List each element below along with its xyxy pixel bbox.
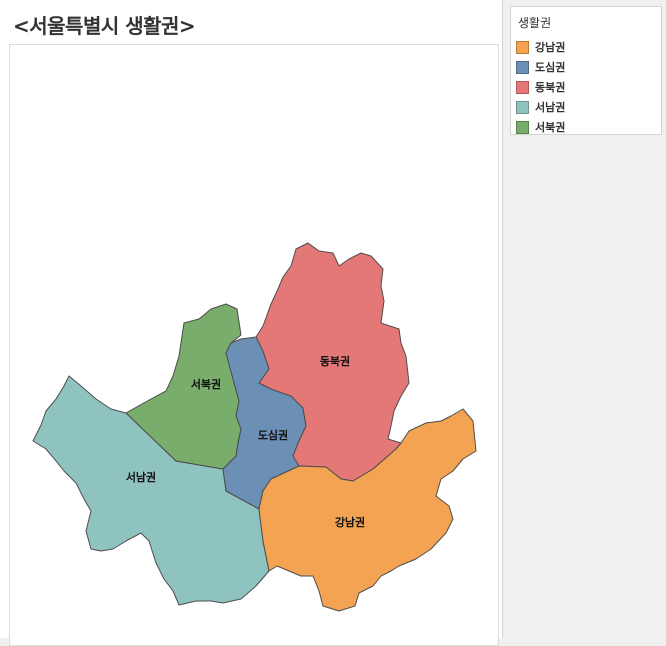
legend-title: 생활권 xyxy=(518,16,552,30)
legend-swatch xyxy=(516,80,529,94)
region-label-seonam: 서남권 xyxy=(126,470,156,484)
legend-item-seobuk[interactable]: 서북권 xyxy=(516,117,565,137)
legend-label: 도심권 xyxy=(535,61,566,74)
legend-item-gangnam[interactable]: 강남권 xyxy=(516,37,565,57)
map-panel: <서울특별시 생활권> 동북권 서북권 도심권 서남권 강남권 xyxy=(0,0,503,646)
region-label-dosim: 도심권 xyxy=(258,428,288,442)
legend-item-dosim[interactable]: 도심권 xyxy=(516,57,565,77)
legend: 생활권 강남권 도심권 동북권 서남권 서북권 xyxy=(510,6,662,135)
region-label-gangnam: 강남권 xyxy=(335,515,365,529)
legend-label: 서남권 xyxy=(535,101,566,114)
legend-swatch xyxy=(516,120,529,134)
legend-list: 강남권 도심권 동북권 서남권 서북권 xyxy=(516,37,565,137)
legend-swatch xyxy=(516,40,529,54)
legend-swatch xyxy=(516,60,529,74)
legend-label: 강남권 xyxy=(535,41,566,54)
region-label-dongbuk: 동북권 xyxy=(320,354,350,368)
seoul-map: 동북권 서북권 도심권 서남권 강남권 xyxy=(32,242,477,612)
legend-item-seonam[interactable]: 서남권 xyxy=(516,97,565,117)
legend-label: 서북권 xyxy=(535,121,566,134)
region-label-seobuk: 서북권 xyxy=(191,377,221,391)
legend-swatch xyxy=(516,100,529,114)
map-frame: 동북권 서북권 도심권 서남권 강남권 xyxy=(9,44,499,646)
legend-label: 동북권 xyxy=(535,81,566,94)
page-title: <서울특별시 생활권> xyxy=(13,14,196,38)
legend-item-dongbuk[interactable]: 동북권 xyxy=(516,77,565,97)
